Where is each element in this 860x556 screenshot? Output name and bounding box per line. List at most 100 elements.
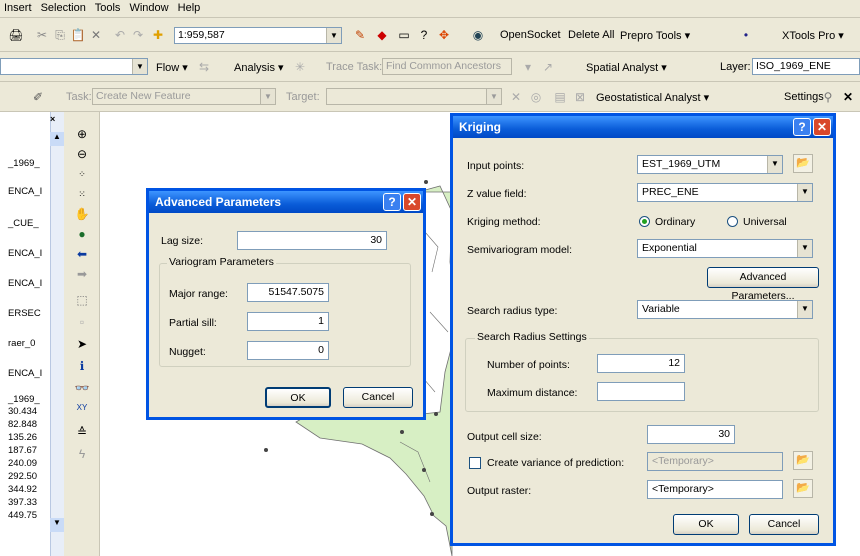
flow-menu[interactable]: Flow ▾ [156,61,188,74]
geostatistical-analyst-menu[interactable]: Geostatistical Analyst ▾ [596,91,709,104]
menu-help[interactable]: Help [178,2,201,14]
clear-selection-icon[interactable]: ▫ [74,314,90,330]
menu-tools[interactable]: Tools [95,2,121,14]
toc-item[interactable]: ENCA_I [8,186,42,197]
delete-icon[interactable]: ✕ [88,27,104,43]
search-radius-type-select[interactable]: Variable ▼ [637,300,813,319]
semivariogram-model-select[interactable]: Exponential ▼ [637,239,813,258]
menu-insert[interactable]: Insert [4,2,32,14]
measure-icon[interactable]: ≙ [74,424,90,440]
left-dropdown[interactable]: ▼ [0,58,148,75]
zoom-out-icon[interactable]: ⊖ [74,146,90,162]
settings-button[interactable]: Settings [784,91,824,103]
open-folder-icon[interactable]: 📂 [793,451,813,470]
open-folder-icon[interactable]: 📂 [793,479,813,498]
cancel-button[interactable]: Cancel [749,514,819,535]
zoom-in-icon[interactable]: ⊕ [74,126,90,142]
go-to-xy-icon[interactable]: XY [74,400,90,416]
close-icon[interactable]: ✕ [403,193,421,211]
prepro-tools-menu[interactable]: Prepro Tools ▾ [620,29,690,42]
toc-item[interactable]: _1969_ [8,394,40,405]
task-select[interactable]: Create New Feature ▼ [92,88,276,105]
output-cell-size-field[interactable]: 30 [647,425,735,444]
arctoolbox-icon[interactable]: ◆ [374,27,390,43]
editor-toolbar-icon[interactable]: ✎ [352,27,368,43]
scroll-down-icon[interactable]: ▼ [50,518,64,532]
sketch-circle-icon[interactable]: ◎ [528,89,544,105]
network-icon[interactable]: ◉ [470,27,486,43]
ordinary-label[interactable]: Ordinary [655,216,695,228]
cut-icon[interactable]: ✂ [34,27,50,43]
delete-all-button[interactable]: Delete All [568,29,614,41]
cancel-button[interactable]: Cancel [343,387,413,408]
toc-scrollbar[interactable] [50,112,64,556]
command-line-icon[interactable]: ▭ [396,27,412,43]
back-icon[interactable]: ⬅ [74,246,90,262]
toc-item[interactable]: ENCA_I [8,278,42,289]
input-points-select[interactable]: EST_1969_UTM ▼ [637,155,783,174]
create-variance-checkbox[interactable] [469,457,481,469]
ordinary-radio[interactable] [639,216,650,227]
fixed-zoom-out-icon[interactable]: ⁙ [74,186,90,202]
number-of-points-field[interactable]: 12 [597,354,685,373]
output-raster-field[interactable]: <Temporary> [647,480,783,499]
flow-arrows-icon[interactable]: ⇆ [196,59,212,75]
toc-item[interactable]: ENCA_I [8,368,42,379]
edit-tool-icon[interactable]: ✐ [30,89,46,105]
nugget-field[interactable]: 0 [247,341,329,360]
xtools-pro-menu[interactable]: XTools Pro ▾ [782,29,844,42]
solve-icon[interactable]: ↗ [540,59,556,75]
advanced-parameters-button[interactable]: Advanced Parameters... [707,267,819,302]
variance-output-field[interactable]: <Temporary> [647,452,783,471]
select-features-icon[interactable]: ⬚ [74,292,90,308]
toc-item[interactable]: ENCA_I [8,248,42,259]
layer-select[interactable]: ISO_1969_ENE [752,58,860,75]
forward-icon[interactable]: ➡ [74,266,90,282]
identify-icon[interactable]: ℹ [74,358,90,374]
map-scale-select[interactable]: 1:959,587 ▼ [174,27,342,44]
layer-tool-icon[interactable]: • [738,27,754,43]
attributes-icon[interactable]: ▤ [552,89,568,105]
redo-icon[interactable]: ↷ [130,27,146,43]
filter-icon[interactable]: ⚲ [820,89,836,105]
major-range-field[interactable]: 51547.5075 [247,283,329,302]
z-value-select[interactable]: PREC_ENE ▼ [637,183,813,202]
ok-button[interactable]: OK [265,387,331,408]
spatial-analyst-menu[interactable]: Spatial Analyst ▾ [586,61,667,74]
kriging-title-bar[interactable]: Kriging [453,116,833,138]
lag-size-field[interactable]: 30 [237,231,387,250]
toc-close-icon[interactable]: × [50,114,55,124]
toc-item[interactable]: raer_0 [8,338,35,349]
toc-item[interactable]: _1969_ [8,158,40,169]
whats-this-icon[interactable]: ? [416,27,432,43]
universal-radio[interactable] [727,216,738,227]
undo-icon[interactable]: ↶ [112,27,128,43]
find-icon[interactable]: 👓 [74,380,90,396]
trace-tool-icon[interactable]: ✳ [292,59,308,75]
select-elements-icon[interactable]: ➤ [74,336,90,352]
scroll-up-icon[interactable]: ▲ [50,132,64,146]
toc-item[interactable]: ERSEC [8,308,41,319]
help-icon[interactable]: ? [383,193,401,211]
trace-dropdown-icon[interactable]: ▾ [520,59,536,75]
add-data-icon[interactable]: ✚ [150,27,166,43]
trace-task-select[interactable]: Find Common Ancestors [382,58,512,75]
open-folder-icon[interactable]: 📂 [793,154,813,173]
sketch-properties-icon[interactable]: ⊠ [572,89,588,105]
ok-button[interactable]: OK [673,514,739,535]
close-icon[interactable]: ✕ [813,118,831,136]
close-icon[interactable]: ✕ [840,89,856,105]
help-icon[interactable]: ? [793,118,811,136]
fixed-zoom-in-icon[interactable]: ⁘ [74,166,90,182]
universal-label[interactable]: Universal [743,216,787,228]
analysis-menu[interactable]: Analysis ▾ [234,61,284,74]
print-icon[interactable]: 🖨 [8,27,24,43]
maximum-distance-field[interactable] [597,382,685,401]
hyperlink-icon[interactable]: ϟ [74,446,90,462]
sketch-tool-icon[interactable]: ✕ [508,89,524,105]
navigate-icon[interactable]: ✥ [436,27,452,43]
toc-item[interactable]: _CUE_ [8,218,39,229]
pan-icon[interactable]: ✋ [74,206,90,222]
target-select[interactable]: ▼ [326,88,502,105]
paste-icon[interactable]: 📋 [70,27,86,43]
